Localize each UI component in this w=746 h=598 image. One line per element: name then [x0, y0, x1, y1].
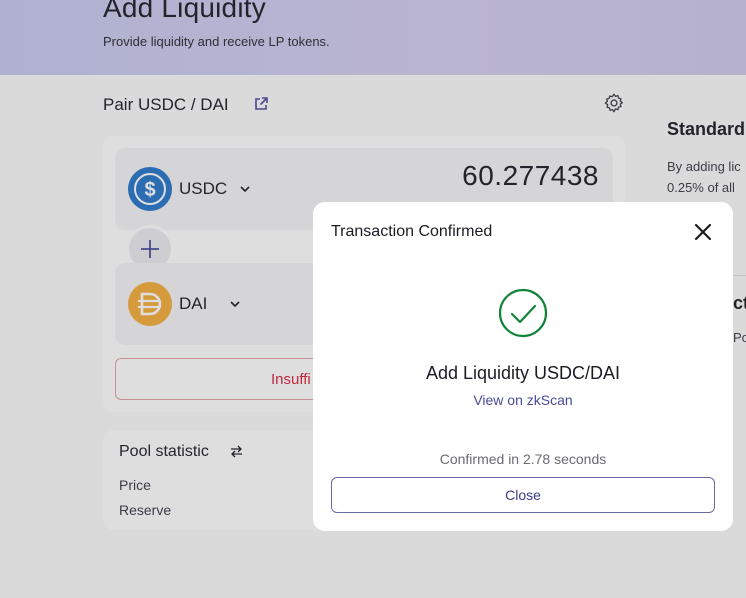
view-on-zkscan-link[interactable]: View on zkScan	[313, 392, 733, 408]
modal-title: Transaction Confirmed	[331, 223, 493, 240]
transaction-confirmed-modal: Transaction Confirmed Add Liquidity USDC…	[313, 202, 733, 531]
modal-heading: Add Liquidity USDC/DAI	[425, 363, 621, 383]
close-icon[interactable]	[693, 222, 713, 242]
confirmation-time-text: Confirmed in 2.78 seconds	[439, 451, 607, 467]
close-button[interactable]: Close	[331, 477, 715, 513]
success-check-icon	[498, 288, 548, 338]
